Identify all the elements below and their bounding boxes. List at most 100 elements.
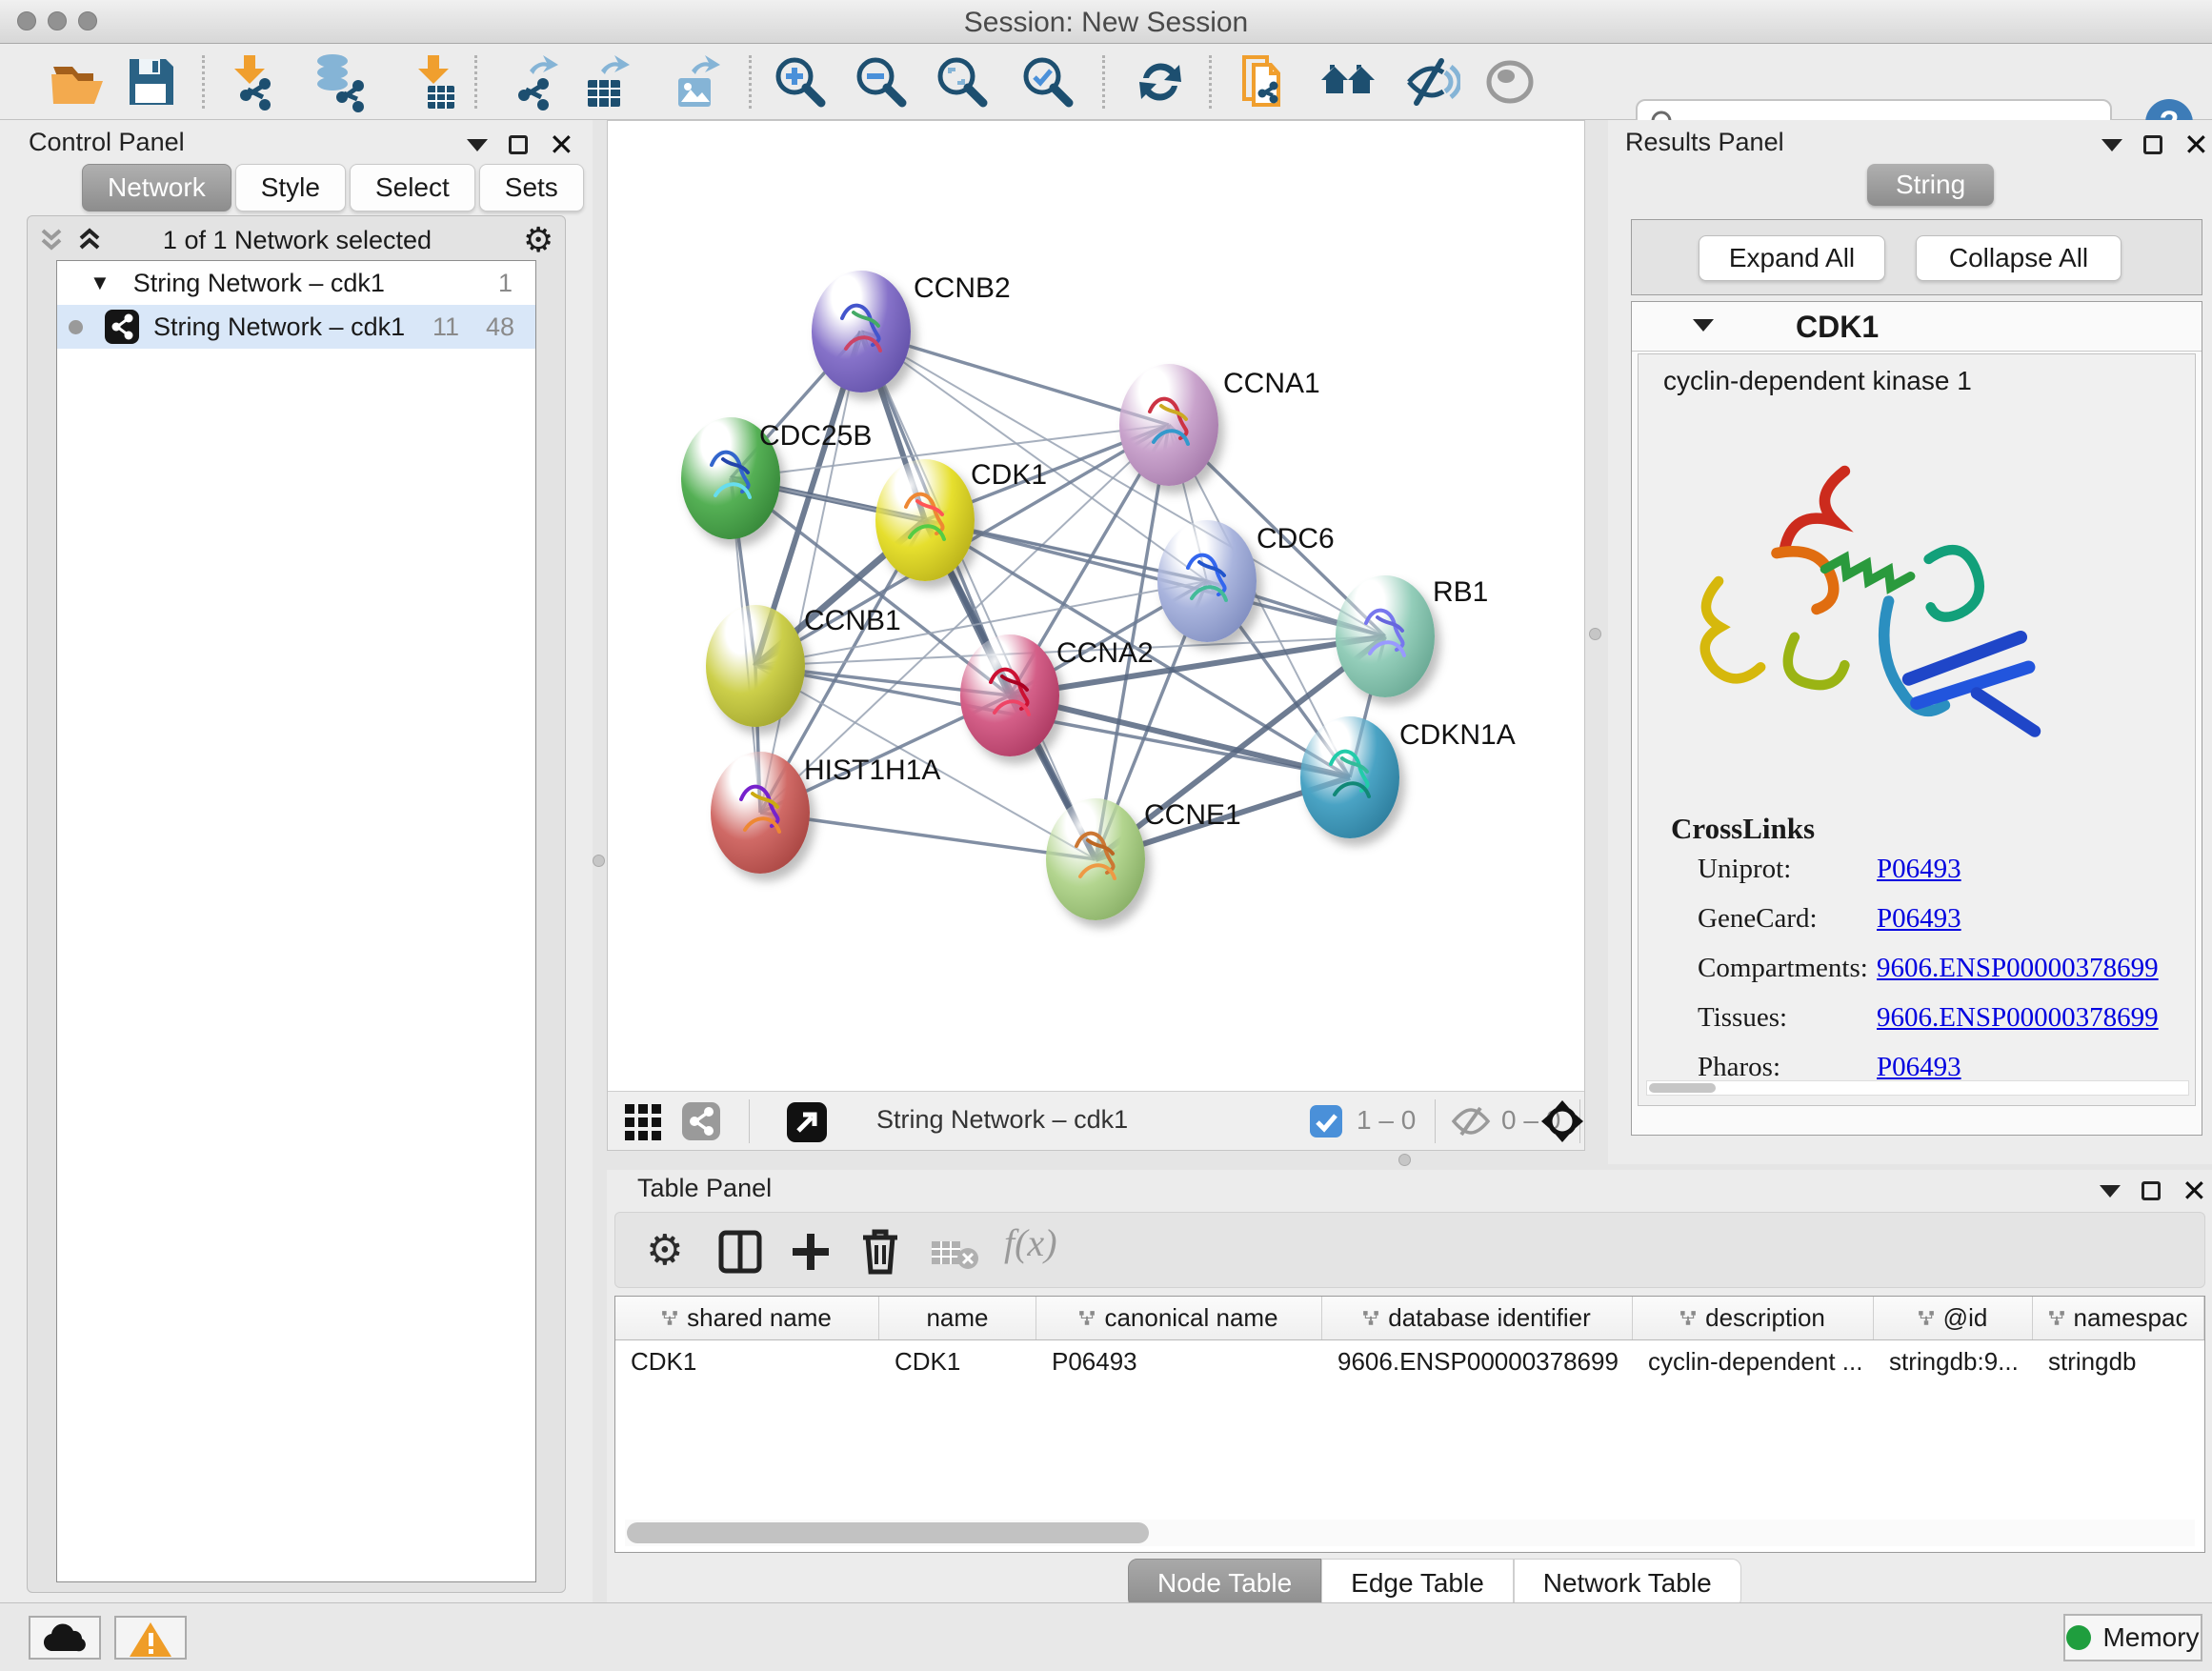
network-collection-row[interactable]: ▼ String Network – cdk1 1 (57, 261, 535, 305)
crosslink-link[interactable]: 9606.ENSP00000378699 (1877, 1002, 2159, 1034)
panel-float-icon[interactable] (2143, 135, 2162, 154)
save-session-icon[interactable] (120, 51, 181, 112)
bottom-splitter-handle[interactable] (1398, 1154, 1411, 1166)
table-hscrollbar[interactable] (625, 1520, 2195, 1546)
export-table-icon[interactable] (574, 51, 635, 112)
gear-icon[interactable]: ⚙ (523, 220, 553, 260)
panel-menu-icon[interactable] (467, 139, 488, 151)
homes-icon[interactable] (1317, 51, 1378, 112)
network-node-cdc6[interactable] (1157, 520, 1257, 642)
zoom-selected-icon[interactable] (1017, 51, 1078, 112)
column-header-id[interactable]: @id (1874, 1297, 2033, 1339)
section-collapse-icon[interactable] (1693, 319, 1714, 332)
left-splitter-handle[interactable] (593, 855, 605, 867)
network-node-ccnb1[interactable] (706, 605, 805, 727)
import-network-database-icon[interactable] (308, 51, 369, 112)
expand-all-button[interactable]: Expand All (1699, 235, 1885, 281)
network-selected-status: 1 of 1 Network selected (28, 226, 567, 255)
tab-string[interactable]: String (1867, 164, 1994, 206)
table-hscroll-thumb[interactable] (627, 1522, 1149, 1543)
crosslink-link[interactable]: 9606.ENSP00000378699 (1877, 953, 2159, 984)
selected-node-edge-counts: 1 – 0 (1357, 1105, 1416, 1136)
table-cell[interactable]: CDK1 (615, 1340, 879, 1382)
network-node-ccna1[interactable] (1119, 364, 1218, 486)
hide-graphics-icon[interactable] (1399, 51, 1460, 112)
gene-section-header[interactable]: CDK1 (1632, 302, 2202, 352)
show-columns-icon[interactable] (718, 1230, 762, 1274)
warning-button[interactable] (114, 1616, 187, 1660)
export-image-icon[interactable] (665, 51, 726, 112)
crosslink-link[interactable]: P06493 (1877, 854, 1961, 885)
network-node-hist1h1a[interactable] (711, 752, 810, 874)
network-node-ccne1[interactable] (1046, 798, 1145, 920)
crosslink-label: Pharos: (1698, 1052, 1780, 1082)
zoom-fit-icon[interactable] (932, 51, 993, 112)
column-header-canonical-name[interactable]: canonical name (1036, 1297, 1322, 1339)
delete-column-icon[interactable] (859, 1228, 901, 1276)
export-network-icon[interactable] (503, 51, 564, 112)
memory-status-dot (2066, 1625, 2091, 1650)
column-header-shared-name[interactable]: shared name (615, 1297, 879, 1339)
toolbar-separator (749, 55, 752, 109)
panel-menu-icon[interactable] (2101, 139, 2122, 151)
network-node-ccnb2[interactable] (812, 271, 911, 393)
birdseye-toggle-icon[interactable] (1539, 1098, 1585, 1144)
results-hscroll-thumb[interactable] (1649, 1083, 1716, 1093)
zoom-out-icon[interactable] (851, 51, 912, 112)
node-structure-image (875, 459, 975, 581)
results-hscrollbar[interactable] (1646, 1080, 2189, 1096)
network-node-cdk1[interactable] (875, 459, 975, 581)
eye-icon[interactable] (1479, 51, 1540, 112)
cloud-button[interactable] (29, 1616, 101, 1660)
network-view-mode-icon[interactable] (680, 1100, 722, 1142)
refresh-icon[interactable] (1130, 51, 1191, 112)
add-column-icon[interactable] (789, 1230, 833, 1274)
clone-network-icon[interactable] (1235, 51, 1296, 112)
network-node-rb1[interactable] (1336, 575, 1435, 697)
expand-collapse-bar: Expand All Collapse All (1631, 219, 2202, 295)
import-table-file-icon[interactable] (403, 51, 464, 112)
tab-sets[interactable]: Sets (479, 164, 584, 211)
tab-network[interactable]: Network (82, 164, 231, 211)
import-network-file-icon[interactable] (219, 51, 280, 112)
collapse-all-button[interactable]: Collapse All (1916, 235, 2122, 281)
memory-button[interactable]: Memory (2063, 1614, 2202, 1661)
table-cell[interactable]: CDK1 (879, 1340, 1036, 1382)
column-header-namespac[interactable]: namespac (2033, 1297, 2204, 1339)
table-cell[interactable]: P06493 (1036, 1340, 1322, 1382)
tab-network-table[interactable]: Network Table (1514, 1559, 1741, 1608)
tab-select[interactable]: Select (350, 164, 475, 211)
table-cell[interactable]: stringdb (2033, 1340, 2204, 1382)
open-session-icon[interactable] (46, 51, 107, 112)
tab-style[interactable]: Style (235, 164, 346, 211)
network-node-cdkn1a[interactable] (1300, 716, 1399, 838)
right-splitter-handle[interactable] (1589, 628, 1601, 640)
panel-close-icon[interactable]: ✕ (549, 135, 574, 154)
network-node-ccna2[interactable] (960, 634, 1059, 756)
tree-expand-icon[interactable]: ▼ (90, 271, 111, 295)
grid-view-icon[interactable] (623, 1100, 665, 1142)
panel-menu-icon[interactable] (2100, 1185, 2121, 1198)
node-label-cdk1: CDK1 (971, 459, 1047, 492)
column-header-name[interactable]: name (879, 1297, 1036, 1339)
zoom-in-icon[interactable] (770, 51, 831, 112)
crosslink-link[interactable]: P06493 (1877, 903, 1961, 935)
panel-float-icon[interactable] (509, 135, 528, 154)
table-cell[interactable]: stringdb:9... (1874, 1340, 2033, 1382)
network-canvas[interactable]: CCNB2CCNA1CDC25BCDK1CDC6RB1CCNB1CCNA2CDK… (608, 121, 1584, 1091)
selected-checkbox-icon[interactable] (1309, 1104, 1343, 1138)
table-settings-gear-icon[interactable]: ⚙ (646, 1226, 683, 1275)
column-header-database-identifier[interactable]: database identifier (1322, 1297, 1633, 1339)
tab-edge-table[interactable]: Edge Table (1321, 1559, 1514, 1608)
tab-node-table[interactable]: Node Table (1128, 1559, 1321, 1608)
network-row[interactable]: String Network – cdk1 11 48 (57, 305, 535, 349)
table-cell[interactable]: cyclin-dependent ... (1633, 1340, 1874, 1382)
panel-close-icon[interactable]: ✕ (2183, 135, 2209, 154)
panel-float-icon[interactable] (2142, 1181, 2161, 1200)
table-cell[interactable]: 9606.ENSP00000378699 (1322, 1340, 1633, 1382)
table-row[interactable]: CDK1CDK1P064939606.ENSP00000378699cyclin… (615, 1340, 2204, 1382)
crosslink-link[interactable]: P06493 (1877, 1052, 1961, 1083)
panel-close-icon[interactable]: ✕ (2182, 1181, 2207, 1200)
detach-view-icon[interactable] (785, 1100, 829, 1144)
column-header-description[interactable]: description (1633, 1297, 1874, 1339)
